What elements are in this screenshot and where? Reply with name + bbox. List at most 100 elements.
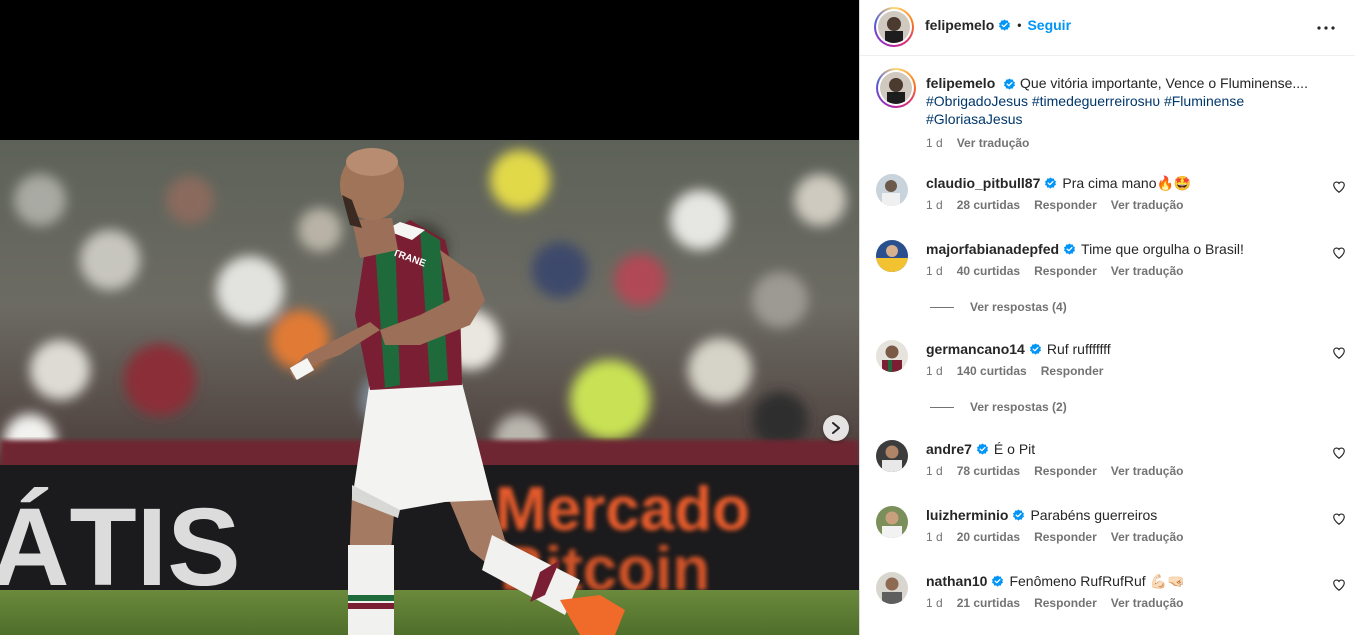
- board-text-right-1: Mercado: [495, 475, 750, 544]
- heart-outline-icon[interactable]: [1332, 578, 1346, 592]
- comment-text: claudio_pitbull87 Pra cima mano🔥🤩: [926, 174, 1191, 192]
- comment-likes[interactable]: 40 curtidas: [957, 264, 1020, 278]
- heart-outline-icon[interactable]: [1332, 512, 1346, 526]
- follow-button[interactable]: Seguir: [1027, 17, 1071, 33]
- translate-link[interactable]: Ver tradução: [1111, 264, 1184, 278]
- comment-item: nathan10 Fenômeno RufRufRuf 💪🏻🤜🏻 1 d 21 …: [876, 572, 1346, 620]
- comment-likes[interactable]: 78 curtidas: [957, 464, 1020, 478]
- comment-meta: 1 d 20 curtidas Responder Ver tradução: [926, 530, 1183, 544]
- translate-link[interactable]: Ver tradução: [1111, 464, 1184, 478]
- translate-link[interactable]: Ver tradução: [1111, 596, 1184, 610]
- comment-avatar[interactable]: [876, 240, 908, 272]
- comment-avatar-image: [876, 340, 908, 372]
- comment-text: nathan10 Fenômeno RufRufRuf 💪🏻🤜🏻: [926, 572, 1184, 590]
- reply-button[interactable]: Responder: [1034, 596, 1097, 610]
- view-replies-label: Ver respostas (2): [970, 400, 1067, 414]
- comment-body: Time que orgulha o Brasil!: [1081, 241, 1244, 257]
- next-image-button[interactable]: [823, 415, 849, 441]
- hashtag-link[interactable]: #timedeguerreirosʜᴜ: [1032, 93, 1160, 109]
- comment-likes[interactable]: 140 curtidas: [957, 364, 1027, 378]
- comment-text: andre7 É o Pit: [926, 440, 1035, 458]
- caption-avatar-image: [880, 72, 912, 104]
- heart-outline-icon[interactable]: [1332, 246, 1346, 260]
- comment-meta: 1 d 28 curtidas Responder Ver tradução: [926, 198, 1183, 212]
- comment-time[interactable]: 1 d: [926, 364, 943, 378]
- comment-item: germancano14 Ruf rufffffff 1 d 140 curti…: [876, 340, 1346, 388]
- post-photo[interactable]: ÁTIS Mercado Bitcoin TRANE: [0, 140, 859, 635]
- reply-button[interactable]: Responder: [1034, 198, 1097, 212]
- heart-outline-icon[interactable]: [1332, 446, 1346, 460]
- reply-button[interactable]: Responder: [1034, 264, 1097, 278]
- comment-likes[interactable]: 28 curtidas: [957, 198, 1020, 212]
- caption-text-block: felipemelo Que vitória importante, Vence…: [926, 74, 1346, 152]
- comment-avatar-image: [876, 174, 908, 206]
- post-side-panel: felipemelo • Seguir felipemelo Que vitór…: [859, 0, 1355, 635]
- comment-avatar-image: [876, 440, 908, 472]
- comment-username[interactable]: claudio_pitbull87: [926, 174, 1040, 192]
- hashtag-link[interactable]: #Fluminense: [1164, 93, 1244, 109]
- comment-time[interactable]: 1 d: [926, 198, 943, 212]
- comment-avatar-image: [876, 506, 908, 538]
- hashtag-link[interactable]: #GloriasaJesus: [926, 111, 1023, 127]
- comment-username[interactable]: majorfabianadepfed: [926, 240, 1059, 258]
- caption-text: Que vitória importante, Vence o Fluminen…: [1020, 75, 1308, 91]
- comment-username[interactable]: luizherminio: [926, 506, 1008, 524]
- comment-text: majorfabianadepfed Time que orgulha o Br…: [926, 240, 1244, 258]
- comment-item: andre7 É o Pit 1 d 78 curtidas Responder…: [876, 440, 1346, 488]
- translate-link[interactable]: Ver tradução: [1111, 198, 1184, 212]
- heart-outline-icon[interactable]: [1332, 346, 1346, 360]
- comment-body: Parabéns guerreiros: [1030, 507, 1158, 523]
- comment-time[interactable]: 1 d: [926, 596, 943, 610]
- replies-divider: [930, 306, 954, 308]
- reply-button[interactable]: Responder: [1041, 364, 1104, 378]
- author-username[interactable]: felipemelo: [925, 17, 994, 33]
- author-header: felipemelo • Seguir: [925, 17, 1071, 33]
- comment-body: É o Pit: [993, 441, 1036, 457]
- comment-avatar[interactable]: [876, 506, 908, 538]
- comment-time[interactable]: 1 d: [926, 464, 943, 478]
- more-options-icon[interactable]: [1314, 16, 1338, 40]
- comment-avatar[interactable]: [876, 572, 908, 604]
- comment-username[interactable]: germancano14: [926, 340, 1025, 358]
- comment-avatar[interactable]: [876, 340, 908, 372]
- replies-divider: [930, 406, 954, 408]
- hashtag-link[interactable]: #ObrigadoJesus: [926, 93, 1028, 109]
- caption-time[interactable]: 1 d: [926, 134, 943, 152]
- comment-time[interactable]: 1 d: [926, 264, 943, 278]
- comment-username[interactable]: nathan10: [926, 572, 987, 590]
- reply-button[interactable]: Responder: [1034, 464, 1097, 478]
- reply-button[interactable]: Responder: [1034, 530, 1097, 544]
- view-replies-button[interactable]: Ver respostas (4): [930, 300, 1067, 314]
- comment-avatar-image: [876, 240, 908, 272]
- header-separator: •: [1017, 18, 1022, 32]
- heart-outline-icon[interactable]: [1332, 180, 1346, 194]
- author-avatar[interactable]: [874, 7, 914, 47]
- post-header: felipemelo • Seguir: [860, 0, 1355, 56]
- comment-username[interactable]: andre7: [926, 440, 972, 458]
- verified-badge-icon: [976, 442, 988, 455]
- comment-body: Pra cima mano🔥🤩: [1062, 175, 1192, 191]
- comment-meta: 1 d 21 curtidas Responder Ver tradução: [926, 596, 1183, 610]
- verified-badge-icon: [999, 18, 1011, 31]
- comment-meta: 1 d 78 curtidas Responder Ver tradução: [926, 464, 1183, 478]
- comment-item: majorfabianadepfed Time que orgulha o Br…: [876, 240, 1346, 288]
- comment-likes[interactable]: 20 curtidas: [957, 530, 1020, 544]
- caption-author-avatar[interactable]: [876, 68, 916, 108]
- comment-item: claudio_pitbull87 Pra cima mano🔥🤩 1 d 28…: [876, 174, 1346, 222]
- translate-link[interactable]: Ver tradução: [1111, 530, 1184, 544]
- comment-body: Fenômeno RufRufRuf 💪🏻🤜🏻: [1009, 573, 1185, 589]
- caption-translate-link[interactable]: Ver tradução: [957, 134, 1030, 152]
- verified-badge-icon: [1064, 242, 1076, 255]
- view-replies-button[interactable]: Ver respostas (2): [930, 400, 1067, 414]
- comment-avatar[interactable]: [876, 440, 908, 472]
- post-media: ÁTIS Mercado Bitcoin TRANE: [0, 0, 859, 635]
- comment-avatar-image: [876, 572, 908, 604]
- caption-meta: 1 d Ver tradução: [926, 134, 1346, 152]
- view-replies-label: Ver respostas (4): [970, 300, 1067, 314]
- comment-likes[interactable]: 21 curtidas: [957, 596, 1020, 610]
- verified-badge-icon: [1013, 508, 1025, 521]
- comment-meta: 1 d 140 curtidas Responder: [926, 364, 1103, 378]
- caption-username[interactable]: felipemelo: [926, 75, 995, 91]
- comment-avatar[interactable]: [876, 174, 908, 206]
- comment-time[interactable]: 1 d: [926, 530, 943, 544]
